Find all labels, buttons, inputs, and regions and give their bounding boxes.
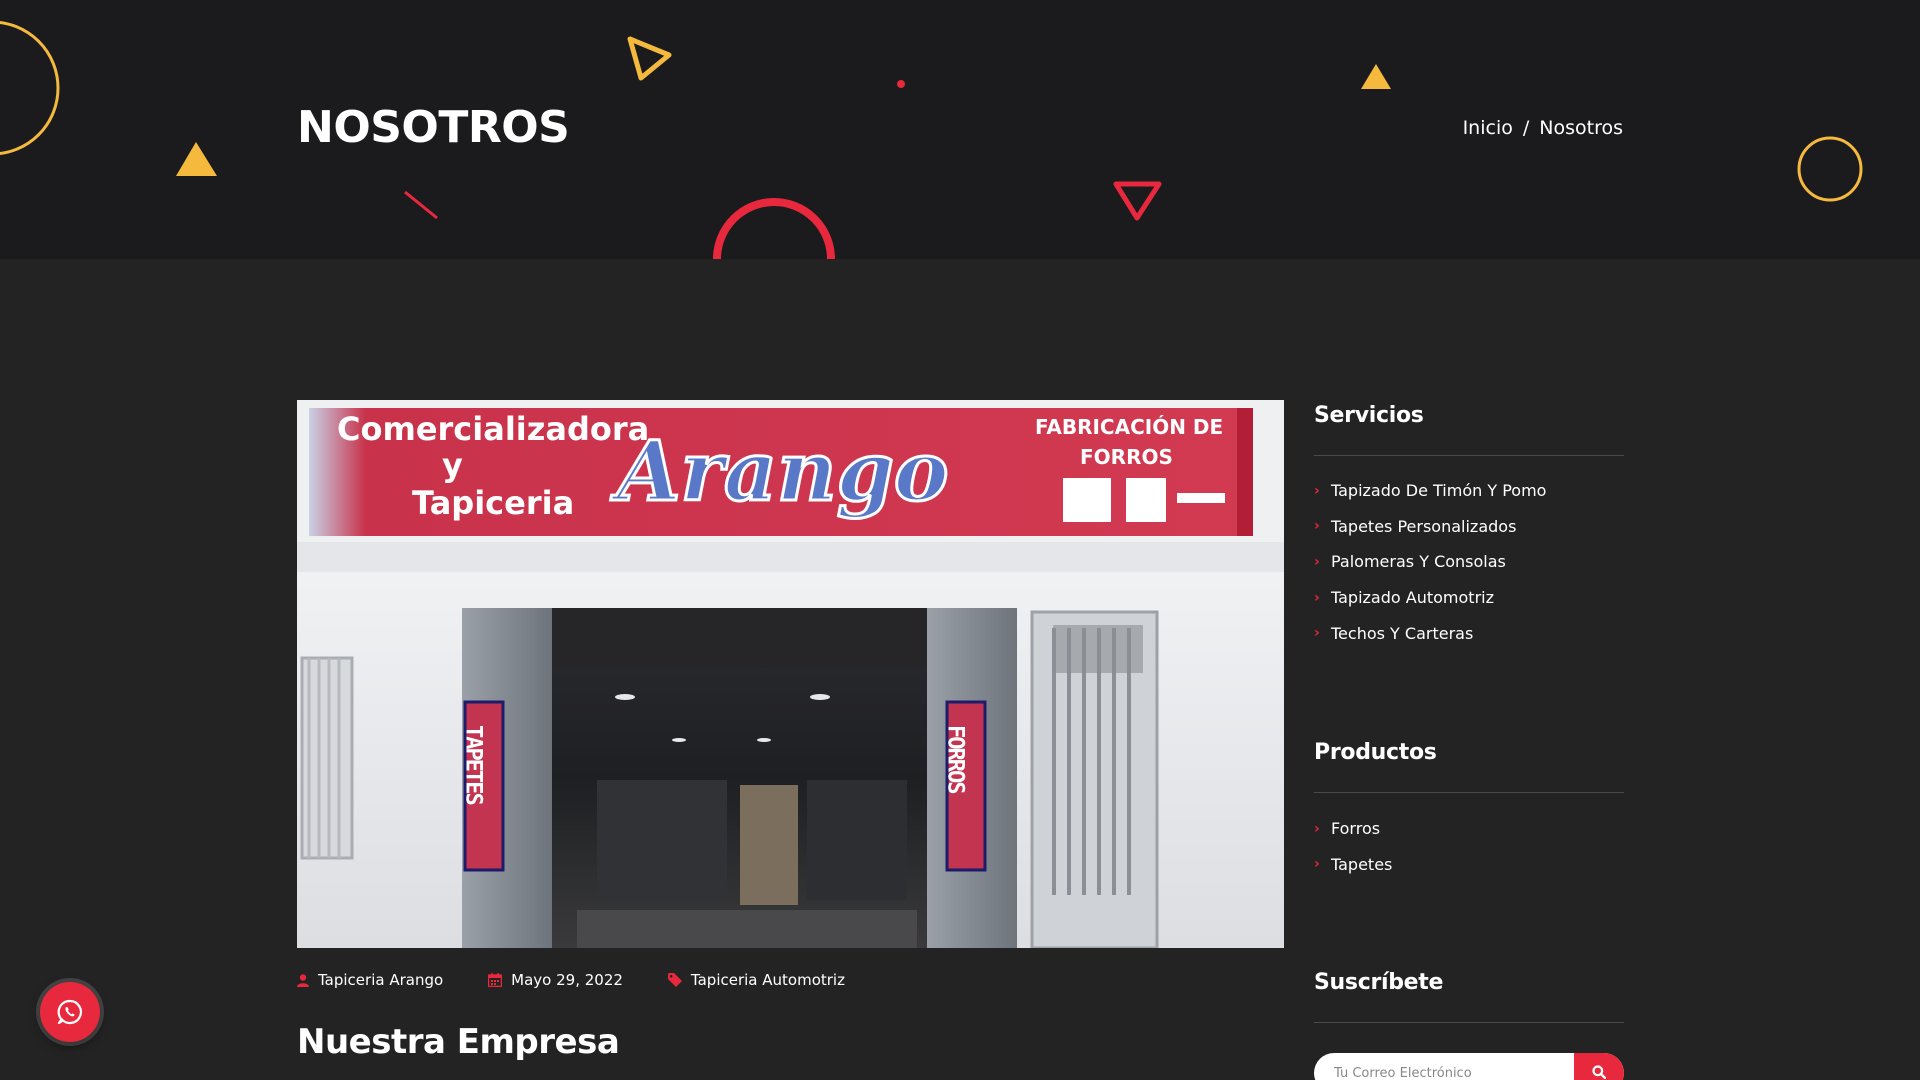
servicios-list: › Tapizado De Timón Y Pomo › Tapetes Perso… <box>1314 473 1546 651</box>
email-input[interactable] <box>1314 1053 1574 1080</box>
sign-text-comercializadora: Comercializadora <box>337 410 649 448</box>
page-title: NOSOTROS <box>297 102 570 153</box>
suscribete-heading: Suscríbete <box>1314 970 1444 995</box>
whatsapp-button[interactable] <box>40 982 100 1042</box>
breadcrumb-separator: / <box>1522 117 1530 139</box>
storefront-image: Comercializadora y Tapiceria Arango FABR… <box>297 400 1284 948</box>
sign-text-fabricacion: FABRICACIÓN DE <box>1035 415 1223 439</box>
servicios-item-label: Palomeras Y Consolas <box>1331 552 1506 572</box>
meta-author-label: Tapiceria Arango <box>318 971 444 989</box>
tag-icon <box>667 973 682 987</box>
meta-author[interactable]: Tapiceria Arango <box>297 971 443 989</box>
servicios-item[interactable]: › Palomeras Y Consolas <box>1314 544 1546 580</box>
servicios-divider <box>1314 455 1624 456</box>
subscribe-button[interactable] <box>1574 1053 1624 1080</box>
servicios-item-label: Techos Y Carteras <box>1331 623 1474 643</box>
meta-category-label: Tapiceria Automotriz <box>690 971 845 989</box>
post-meta: Tapiceria Arango Mayo 29, 2022 Tapiceria… <box>297 971 890 989</box>
chevron-right-icon: › <box>1314 856 1320 873</box>
chevron-right-icon: › <box>1314 518 1320 535</box>
servicios-item-label: Tapetes Personalizados <box>1331 516 1517 536</box>
servicios-item-label: Tapizado De Timón Y Pomo <box>1331 481 1547 501</box>
storefront-illustration: Comercializadora y Tapiceria Arango FABR… <box>297 400 1284 948</box>
page-banner: NOSOTROS Inicio / Nosotros <box>0 0 1920 259</box>
meta-date[interactable]: Mayo 29, 2022 <box>488 971 623 989</box>
meta-date-label: Mayo 29, 2022 <box>511 971 623 989</box>
banner-text-tapetes: TAPETES <box>461 725 486 804</box>
productos-item-label: Forros <box>1331 819 1381 839</box>
servicios-heading: Servicios <box>1314 403 1424 428</box>
productos-heading: Productos <box>1314 740 1437 765</box>
chevron-right-icon: › <box>1314 625 1320 642</box>
sign-text-y: y <box>442 446 463 484</box>
servicios-item[interactable]: › Tapizado Automotriz <box>1314 580 1546 616</box>
chevron-right-icon: › <box>1314 589 1320 606</box>
search-icon <box>1592 1065 1606 1079</box>
servicios-item[interactable]: › Tapizado De Timón Y Pomo <box>1314 473 1546 509</box>
breadcrumb-home-link[interactable]: Inicio <box>1463 117 1513 139</box>
suscribete-divider <box>1314 1022 1624 1023</box>
servicios-item[interactable]: › Tapetes Personalizados <box>1314 509 1546 545</box>
page: NOSOTROS Inicio / Nosotros Comercializad… <box>0 0 1920 1080</box>
breadcrumb-current: Nosotros <box>1539 117 1623 139</box>
servicios-item[interactable]: › Techos Y Carteras <box>1314 615 1546 651</box>
productos-item[interactable]: › Tapetes <box>1314 847 1392 883</box>
productos-item-label: Tapetes <box>1331 854 1393 874</box>
user-icon <box>297 973 309 987</box>
chevron-right-icon: › <box>1314 820 1320 837</box>
sign-text-forros: FORROS <box>1080 445 1173 469</box>
banner-text-forros: FORROS <box>943 725 968 793</box>
meta-category[interactable]: Tapiceria Automotriz <box>667 971 845 989</box>
decor-shapes <box>0 20 1863 259</box>
article-title: Nuestra Empresa <box>297 1022 620 1062</box>
subscribe-form <box>1314 1053 1624 1080</box>
chevron-right-icon: › <box>1314 553 1320 570</box>
servicios-item-label: Tapizado Automotriz <box>1331 588 1494 608</box>
sign-text-brand: Arango <box>610 424 949 520</box>
chevron-right-icon: › <box>1314 482 1320 499</box>
productos-list: › Forros › Tapetes <box>1314 811 1392 882</box>
breadcrumb: Inicio / Nosotros <box>1463 117 1623 139</box>
whatsapp-icon <box>57 999 82 1025</box>
calendar-icon <box>488 973 503 987</box>
sign-text-tapiceria: Tapiceria <box>412 484 574 522</box>
productos-item[interactable]: › Forros <box>1314 811 1392 847</box>
productos-divider <box>1314 792 1624 793</box>
